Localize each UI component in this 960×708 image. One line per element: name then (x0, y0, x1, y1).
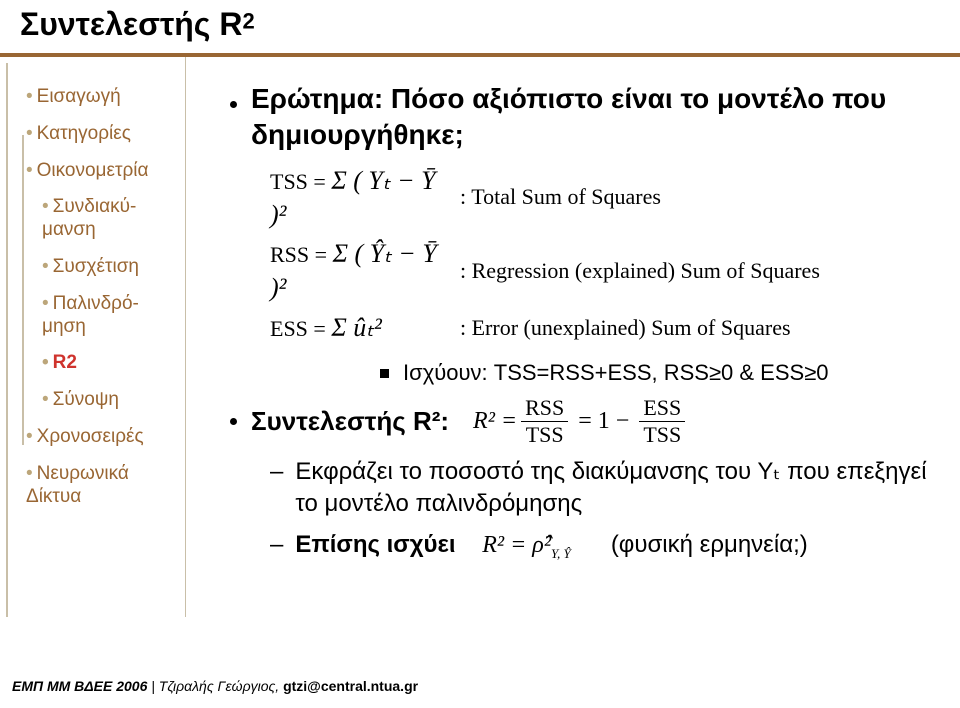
sidebar-item-intro[interactable]: Εισαγωγή (16, 79, 185, 116)
sidebar-item-econometrics[interactable]: Οικονομετρία (16, 153, 185, 190)
also-paren: (φυσική ερμηνεία;) (611, 531, 808, 558)
eq-ess-sum: Σ ûₜ² (331, 313, 381, 342)
coef-line: Συντελεστής R²: R² = RSS TSS = 1 − ESS T… (230, 397, 950, 446)
sidebar-item-timeseries[interactable]: Χρονοσειρές (16, 419, 185, 456)
sidebar-item-label: Σύνοψη (53, 389, 119, 410)
footer-email: gtzi@central.ntua.gr (279, 678, 418, 694)
also-math: R² = ρ̂² (482, 532, 551, 558)
body-area: Εισαγωγή Κατηγορίες Οικονομετρία Συνδιακ… (0, 57, 960, 617)
bullet-dot-icon (230, 418, 237, 425)
page-title: Συντελεστής R (20, 6, 242, 42)
footer-sep: | (147, 678, 158, 694)
explain-text: Εκφράζει το ποσοστό της διακύμανσης του … (295, 456, 950, 518)
footer: ΕΜΠ ΜΜ ΒΔΕΕ 2006 | Τζιραλής Γεώργιος, gt… (12, 678, 418, 694)
sidebar-item-label: R2 (53, 352, 77, 373)
sidebar-item-label: Εισαγωγή (37, 86, 121, 107)
sidebar-item-r2[interactable]: R2 (16, 345, 185, 382)
sidebar-item-label: Παλινδρό- μηση (42, 293, 139, 337)
eq-rss-desc: : Regression (explained) Sum of Squares (460, 257, 820, 286)
title-bar: Συντελεστής R2 (0, 0, 960, 47)
eq-rss: RSS = Σ ( Ŷₜ − Ȳ )² : Regression (explai… (270, 237, 950, 305)
sidebar-item-label: Χρονοσειρές (37, 426, 144, 447)
equations-block: TSS = Σ ( Yₜ − Ȳ )² : Total Sum of Squar… (270, 164, 950, 345)
sidebar: Εισαγωγή Κατηγορίες Οικονομετρία Συνδιακ… (0, 57, 186, 617)
bullet-square-icon (380, 369, 389, 378)
sidebar-item-neural-nets[interactable]: Νευρωνικά Δίκτυα (16, 456, 185, 516)
explain-line: – Εκφράζει το ποσοστό της διακύμανσης το… (270, 456, 950, 518)
r2-lhs: R² = (473, 406, 517, 437)
question-text: Ερώτημα: Πόσο αξιόπιστο είναι το μοντέλο… (251, 81, 950, 154)
eq-ess-lhs: ESS = (270, 316, 326, 341)
slide: Συντελεστής R2 Εισαγωγή Κατηγορίες Οικον… (0, 0, 960, 708)
sidebar-item-label: Κατηγορίες (37, 123, 131, 144)
sidebar-item-label: Οικονομετρία (37, 160, 149, 181)
sidebar-item-covariance[interactable]: Συνδιακύ- μανση (16, 189, 185, 249)
sidebar-item-regression[interactable]: Παλινδρό- μηση (16, 286, 185, 346)
sidebar-item-correlation[interactable]: Συσχέτιση (16, 249, 185, 286)
eq-mid: = 1 − (572, 406, 635, 437)
coef-label: Συντελεστής R²: (251, 405, 449, 439)
frac2-den: TSS (639, 424, 685, 446)
dash-icon: – (270, 456, 283, 518)
fraction-1: RSS TSS (521, 397, 568, 446)
dash-icon: – (270, 529, 283, 563)
identity-text: Ισχύουν: TSS=RSS+ESS, RSS≥0 & ESS≥0 (403, 359, 829, 388)
also-sub: Y, Ŷ (551, 546, 571, 561)
content: Ερώτημα: Πόσο αξιόπιστο είναι το μοντέλο… (186, 57, 960, 617)
eq-tss: TSS = Σ ( Yₜ − Ȳ )² : Total Sum of Squar… (270, 164, 950, 232)
sidebar-item-label: Συνδιακύ- μανση (42, 196, 136, 240)
fraction-2: ESS TSS (639, 397, 685, 446)
question-bullet: Ερώτημα: Πόσο αξιόπιστο είναι το μοντέλο… (230, 81, 950, 154)
eq-ess-desc: : Error (unexplained) Sum of Squares (460, 314, 791, 343)
eq-tss-desc: : Total Sum of Squares (460, 183, 661, 212)
also-line: – Επίσης ισχύει R² = ρ̂²Y, Ŷ (φυσική ερμ… (270, 529, 950, 563)
sidebar-item-categories[interactable]: Κατηγορίες (16, 116, 185, 153)
footer-left: ΕΜΠ ΜΜ ΒΔΕΕ 2006 (12, 678, 147, 694)
coef-formula: R² = RSS TSS = 1 − ESS TSS (473, 397, 689, 446)
sidebar-item-label: Συσχέτιση (53, 256, 139, 277)
bullet-dot-icon (230, 101, 237, 108)
sidebar-item-label: Νευρωνικά Δίκτυα (26, 463, 129, 507)
sidebar-item-summary[interactable]: Σύνοψη (16, 382, 185, 419)
footer-author: Τζιραλής Γεώργιος, (159, 678, 279, 694)
page-title-superscript: 2 (242, 9, 254, 34)
identity-bullet: Ισχύουν: TSS=RSS+ESS, RSS≥0 & ESS≥0 (380, 359, 950, 388)
eq-ess: ESS = Σ ûₜ² : Error (unexplained) Sum of… (270, 311, 950, 345)
frac1-den: TSS (522, 424, 568, 446)
eq-tss-lhs: TSS = (270, 169, 326, 194)
also-content: Επίσης ισχύει R² = ρ̂²Y, Ŷ (φυσική ερμην… (295, 529, 807, 563)
also-label: Επίσης ισχύει (295, 531, 455, 558)
eq-rss-lhs: RSS = (270, 242, 327, 267)
frac1-num: RSS (521, 397, 568, 419)
frac2-num: ESS (639, 397, 685, 419)
